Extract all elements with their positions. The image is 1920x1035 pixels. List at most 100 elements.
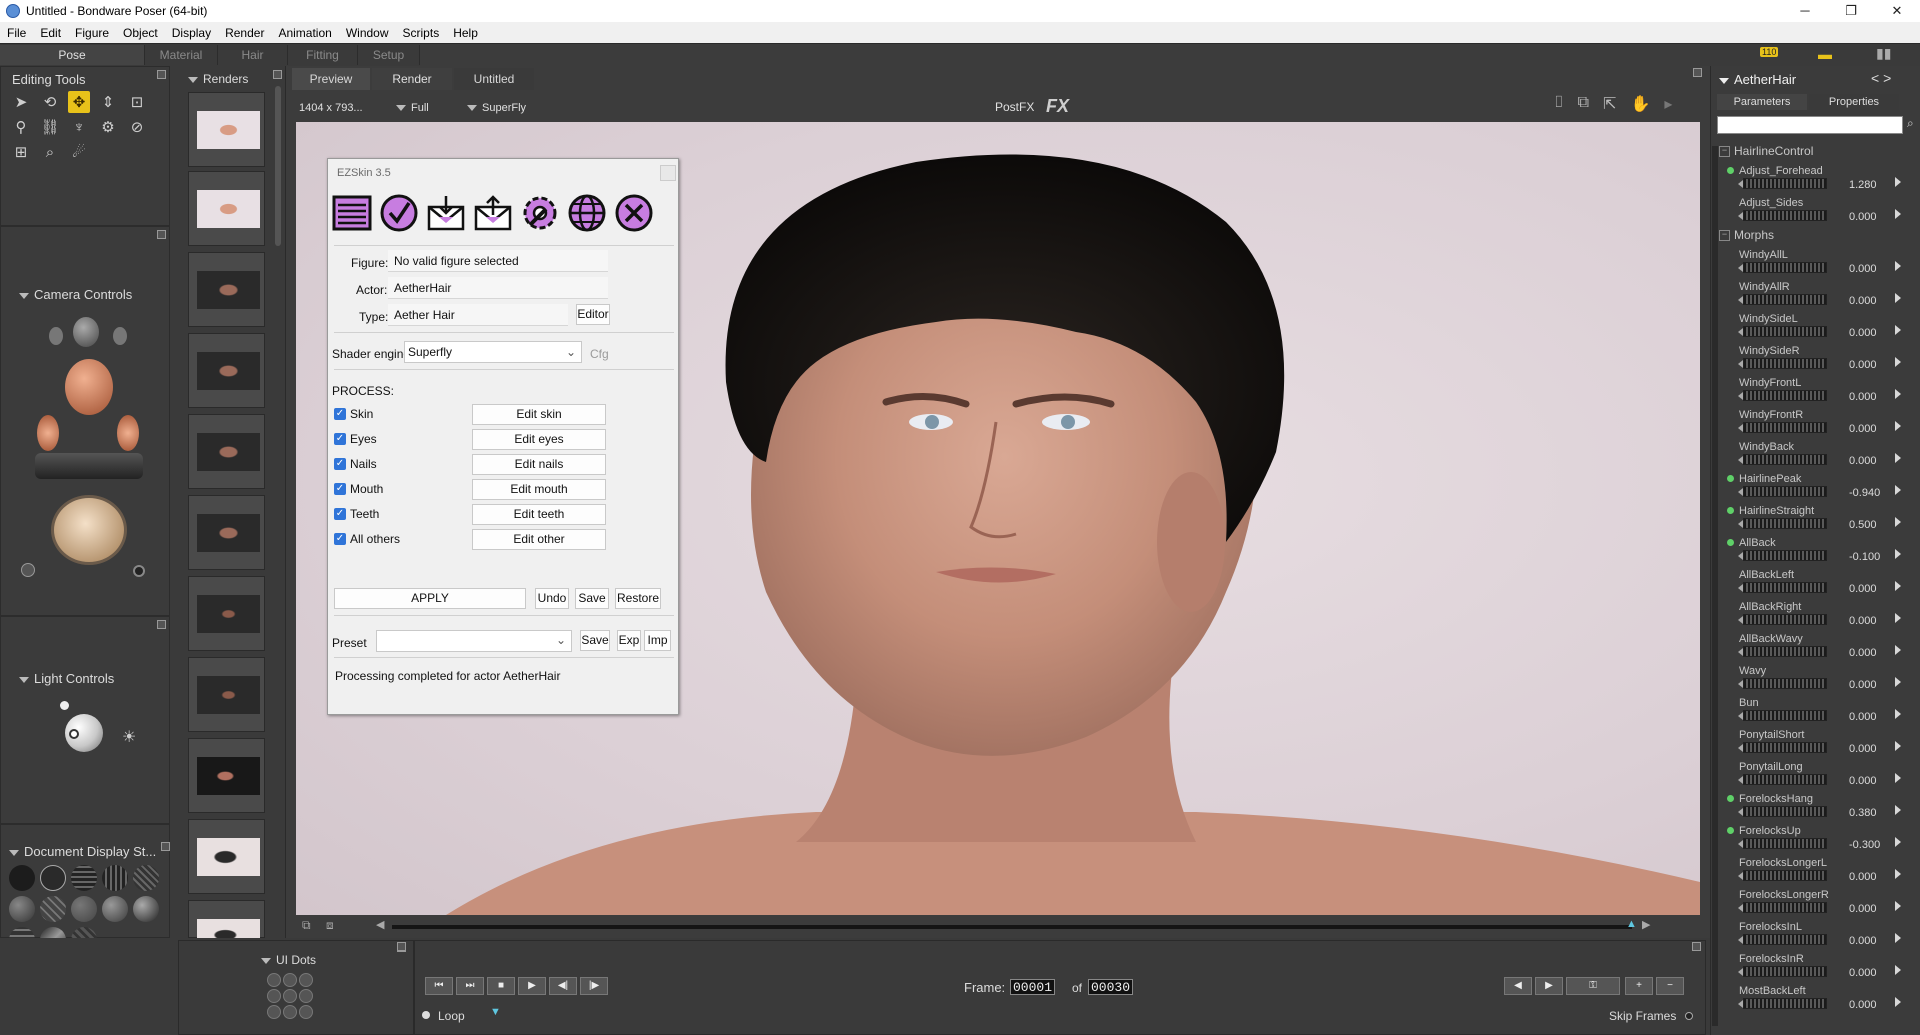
room-tab-pose[interactable]: Pose xyxy=(0,45,145,65)
param-value[interactable]: -0.100 xyxy=(1849,551,1880,563)
param-value[interactable]: 0.000 xyxy=(1849,679,1877,691)
tab-properties[interactable]: Properties xyxy=(1809,94,1899,110)
mouth-checkbox[interactable]: ✓ xyxy=(334,483,346,495)
notification-badge[interactable]: 110 xyxy=(1760,47,1779,57)
collapse-icon[interactable] xyxy=(19,676,29,683)
animating-toggle-icon[interactable] xyxy=(133,565,145,577)
display-hidden-line-icon[interactable] xyxy=(102,865,128,891)
param-menu-arrow-icon[interactable] xyxy=(1895,645,1901,655)
param-dial[interactable] xyxy=(1738,358,1827,369)
param-menu-arrow-icon[interactable] xyxy=(1895,805,1901,815)
ui-dot[interactable] xyxy=(283,973,297,987)
param-dial[interactable] xyxy=(1738,742,1827,753)
param-menu-arrow-icon[interactable] xyxy=(1895,869,1901,879)
menu-display[interactable]: Display xyxy=(165,26,218,40)
keyframes-key-icon[interactable]: ⚿ xyxy=(1566,977,1620,995)
stats-chart-icon[interactable]: ▮▮ xyxy=(1876,45,1891,62)
param-dial[interactable] xyxy=(1738,966,1827,977)
display-lit-wireframe-icon[interactable] xyxy=(133,865,159,891)
param-value[interactable]: 0.000 xyxy=(1849,871,1877,883)
display-flat-shaded-icon[interactable] xyxy=(9,896,35,922)
scrub-position-marker-icon[interactable]: ▲ xyxy=(1626,918,1637,930)
actor-nav-arrows[interactable]: < > xyxy=(1871,70,1891,86)
list-icon[interactable] xyxy=(332,193,372,233)
search-icon[interactable]: ⌕ xyxy=(1907,116,1914,131)
scale-icon[interactable]: ⊡ xyxy=(126,91,148,113)
export-render-icon[interactable]: ⇱ xyxy=(1603,94,1616,114)
param-value[interactable]: 0.000 xyxy=(1849,423,1877,435)
param-value[interactable]: -0.300 xyxy=(1849,839,1880,851)
collapse-icon[interactable] xyxy=(188,76,198,83)
layout-alt-icon[interactable]: ⧈ xyxy=(326,918,334,933)
param-dial[interactable] xyxy=(1738,422,1827,433)
taper-icon[interactable]: ⚲ xyxy=(10,116,32,138)
loop-radio[interactable] xyxy=(422,1011,430,1019)
group-hairlinecontrol[interactable]: HairlineControl xyxy=(1719,144,1813,158)
restore-button[interactable]: Restore xyxy=(615,588,661,609)
timeline-marker-icon[interactable]: ▼ xyxy=(490,1006,501,1018)
param-menu-arrow-icon[interactable] xyxy=(1895,613,1901,623)
preset-save-button[interactable]: Save xyxy=(580,630,610,651)
teeth-checkbox[interactable]: ✓ xyxy=(334,508,346,520)
collapse-icon[interactable] xyxy=(1719,77,1729,84)
panel-menu-button[interactable] xyxy=(161,842,170,851)
panel-menu-button[interactable] xyxy=(1692,942,1701,951)
param-dial[interactable] xyxy=(1738,774,1827,785)
chain-break-icon[interactable]: ⛓ xyxy=(39,116,61,138)
direct-manipulation-icon[interactable]: ☄ xyxy=(68,141,90,163)
param-value[interactable]: 0.000 xyxy=(1849,211,1877,223)
param-menu-arrow-icon[interactable] xyxy=(1895,357,1901,367)
display-silhouette-icon[interactable] xyxy=(9,865,35,891)
tab-render[interactable]: Render xyxy=(372,68,452,90)
panel-menu-button[interactable] xyxy=(397,942,406,951)
stop-button[interactable]: ■ xyxy=(487,977,515,995)
param-menu-arrow-icon[interactable] xyxy=(1895,741,1901,751)
param-dial[interactable] xyxy=(1738,486,1827,497)
view-dropdown[interactable]: Full xyxy=(396,102,429,114)
nails-checkbox[interactable]: ✓ xyxy=(334,458,346,470)
render-thumbnail[interactable] xyxy=(188,333,265,408)
display-flat-lined-icon[interactable] xyxy=(40,896,66,922)
parameters-scrollbar[interactable] xyxy=(1712,146,1718,1026)
go-to-start-button[interactable]: ⏮ xyxy=(425,977,453,995)
param-value[interactable]: 0.000 xyxy=(1849,359,1877,371)
param-dial[interactable] xyxy=(1738,870,1827,881)
area-render-icon[interactable]: ⧉ xyxy=(1578,94,1589,114)
light-indicator-icon[interactable] xyxy=(69,729,79,739)
param-value[interactable]: 0.000 xyxy=(1849,999,1877,1011)
param-value[interactable]: 0.000 xyxy=(1849,455,1877,467)
menu-file[interactable]: File xyxy=(0,26,33,40)
panel-menu-button[interactable] xyxy=(1693,68,1702,77)
param-dial[interactable] xyxy=(1738,550,1827,561)
grouping-icon[interactable]: ⚙ xyxy=(97,116,119,138)
globe-icon[interactable] xyxy=(567,193,607,233)
next-keyframe-button[interactable]: ▶ xyxy=(1535,977,1563,995)
ui-dot[interactable] xyxy=(283,989,297,1003)
param-menu-arrow-icon[interactable] xyxy=(1895,901,1901,911)
translate-in-out-icon[interactable]: ⇕ xyxy=(97,91,119,113)
param-menu-arrow-icon[interactable] xyxy=(1895,453,1901,463)
ui-dot[interactable] xyxy=(299,989,313,1003)
select-arrow-icon[interactable]: ➤ xyxy=(10,91,32,113)
param-dial[interactable] xyxy=(1738,518,1827,529)
param-value[interactable]: 0.000 xyxy=(1849,743,1877,755)
settings-gear-icon[interactable] xyxy=(520,193,560,233)
scrub-left-arrow-icon[interactable]: ◀ xyxy=(376,918,384,931)
param-menu-arrow-icon[interactable] xyxy=(1895,293,1901,303)
left-hand-camera-icon[interactable] xyxy=(49,327,63,345)
menu-object[interactable]: Object xyxy=(116,26,165,40)
translate-move-icon[interactable]: ✥ xyxy=(68,91,90,113)
param-dial[interactable] xyxy=(1738,934,1827,945)
ui-dot[interactable] xyxy=(267,989,281,1003)
panel-menu-button[interactable] xyxy=(273,70,282,79)
param-dial[interactable] xyxy=(1738,902,1827,913)
ui-dot[interactable] xyxy=(267,973,281,987)
tab-parameters[interactable]: Parameters xyxy=(1717,94,1807,110)
param-menu-arrow-icon[interactable] xyxy=(1895,325,1901,335)
param-value[interactable]: 0.000 xyxy=(1849,903,1877,915)
ui-dot[interactable] xyxy=(299,973,313,987)
mail-import-icon[interactable] xyxy=(426,193,466,233)
ezskin-close-button[interactable] xyxy=(660,165,676,181)
postfx-label[interactable]: PostFX xyxy=(995,100,1034,114)
edit-nails-button[interactable]: Edit nails xyxy=(472,454,606,475)
